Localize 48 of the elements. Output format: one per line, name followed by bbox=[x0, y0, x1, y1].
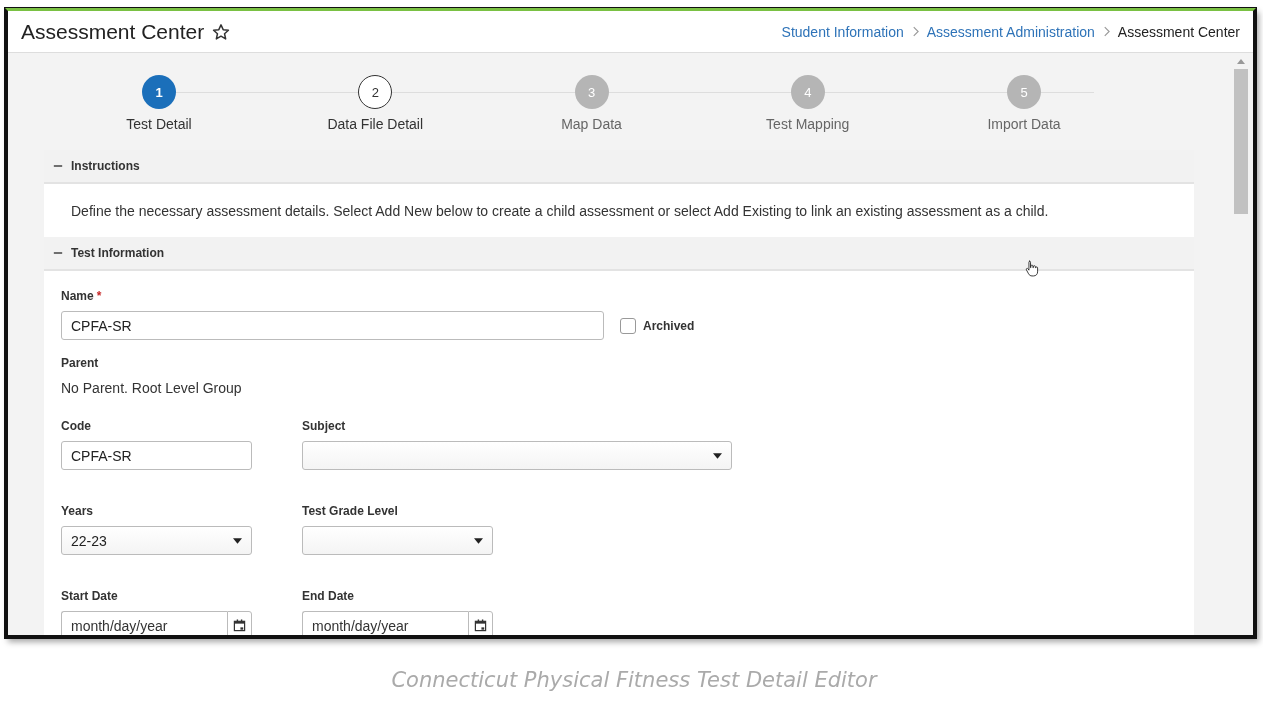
calendar-button[interactable] bbox=[227, 611, 252, 635]
parent-value: No Parent. Root Level Group bbox=[61, 380, 243, 396]
section-title: Test Information bbox=[71, 246, 165, 260]
figure-caption: Connecticut Physical Fitness Test Detail Editor bbox=[390, 668, 879, 692]
breadcrumb-current: Assessment Center bbox=[1117, 23, 1240, 40]
field-label: Start Date bbox=[61, 589, 119, 603]
section-title: Instructions bbox=[71, 159, 140, 173]
field-label: End Date bbox=[302, 589, 355, 603]
field-label: Years bbox=[61, 504, 95, 518]
calendar-button[interactable] bbox=[468, 611, 493, 635]
calendar-icon bbox=[474, 619, 487, 632]
chevron-icon bbox=[911, 26, 919, 37]
years-dropdown[interactable]: 22-23 bbox=[61, 526, 252, 555]
calendar-icon bbox=[233, 619, 246, 632]
field-label: Code bbox=[61, 419, 92, 433]
caret-icon bbox=[713, 452, 722, 459]
breadcrumb-link[interactable]: Assessment Administration bbox=[926, 23, 1095, 40]
date-field[interactable]: month/day/year bbox=[61, 611, 227, 635]
step-label[interactable]: Test Mapping bbox=[766, 116, 850, 132]
star-icon[interactable] bbox=[212, 22, 231, 41]
section-header[interactable]: Instructions bbox=[44, 150, 1194, 184]
breadcrumb-link[interactable]: Student Information bbox=[781, 23, 904, 40]
grade-dropdown[interactable] bbox=[302, 526, 493, 555]
field-label: Subject bbox=[302, 419, 347, 433]
checkbox-label: Archived bbox=[643, 319, 695, 333]
code-field[interactable]: CPFA-SR bbox=[61, 441, 252, 470]
step-number[interactable]: 2 bbox=[358, 75, 393, 109]
field-label: Parent bbox=[61, 356, 100, 370]
field-label: Name * bbox=[61, 289, 103, 303]
date-field[interactable]: month/day/year bbox=[302, 611, 468, 635]
chevron-icon bbox=[1102, 26, 1110, 37]
caret-icon bbox=[474, 537, 483, 544]
instructions-text: Define the necessary assessment details. Select Add New below to create a child assessment or select Add Existing to link an existing assessment as a child. bbox=[71, 202, 1049, 219]
step-label[interactable]: Test Detail bbox=[126, 116, 192, 132]
step-label[interactable]: Import Data bbox=[987, 116, 1061, 132]
name-field[interactable]: CPFA-SR bbox=[61, 311, 604, 340]
scroll-thumb[interactable] bbox=[1234, 69, 1248, 214]
step-number[interactable]: 1 bbox=[142, 75, 176, 109]
pointer-cursor-icon bbox=[1025, 259, 1039, 278]
section-header[interactable]: Test Information bbox=[44, 237, 1194, 271]
step-label[interactable]: Map Data bbox=[561, 116, 622, 132]
caret-icon bbox=[233, 537, 242, 544]
step-label[interactable]: Data File Detail bbox=[327, 116, 424, 132]
subject-dropdown[interactable] bbox=[302, 441, 732, 470]
archived-checkbox[interactable] bbox=[620, 318, 636, 334]
page-title: Assessment Center bbox=[21, 19, 205, 44]
field-label: Test Grade Level bbox=[302, 504, 399, 518]
scroll-up-icon[interactable] bbox=[1237, 59, 1245, 64]
